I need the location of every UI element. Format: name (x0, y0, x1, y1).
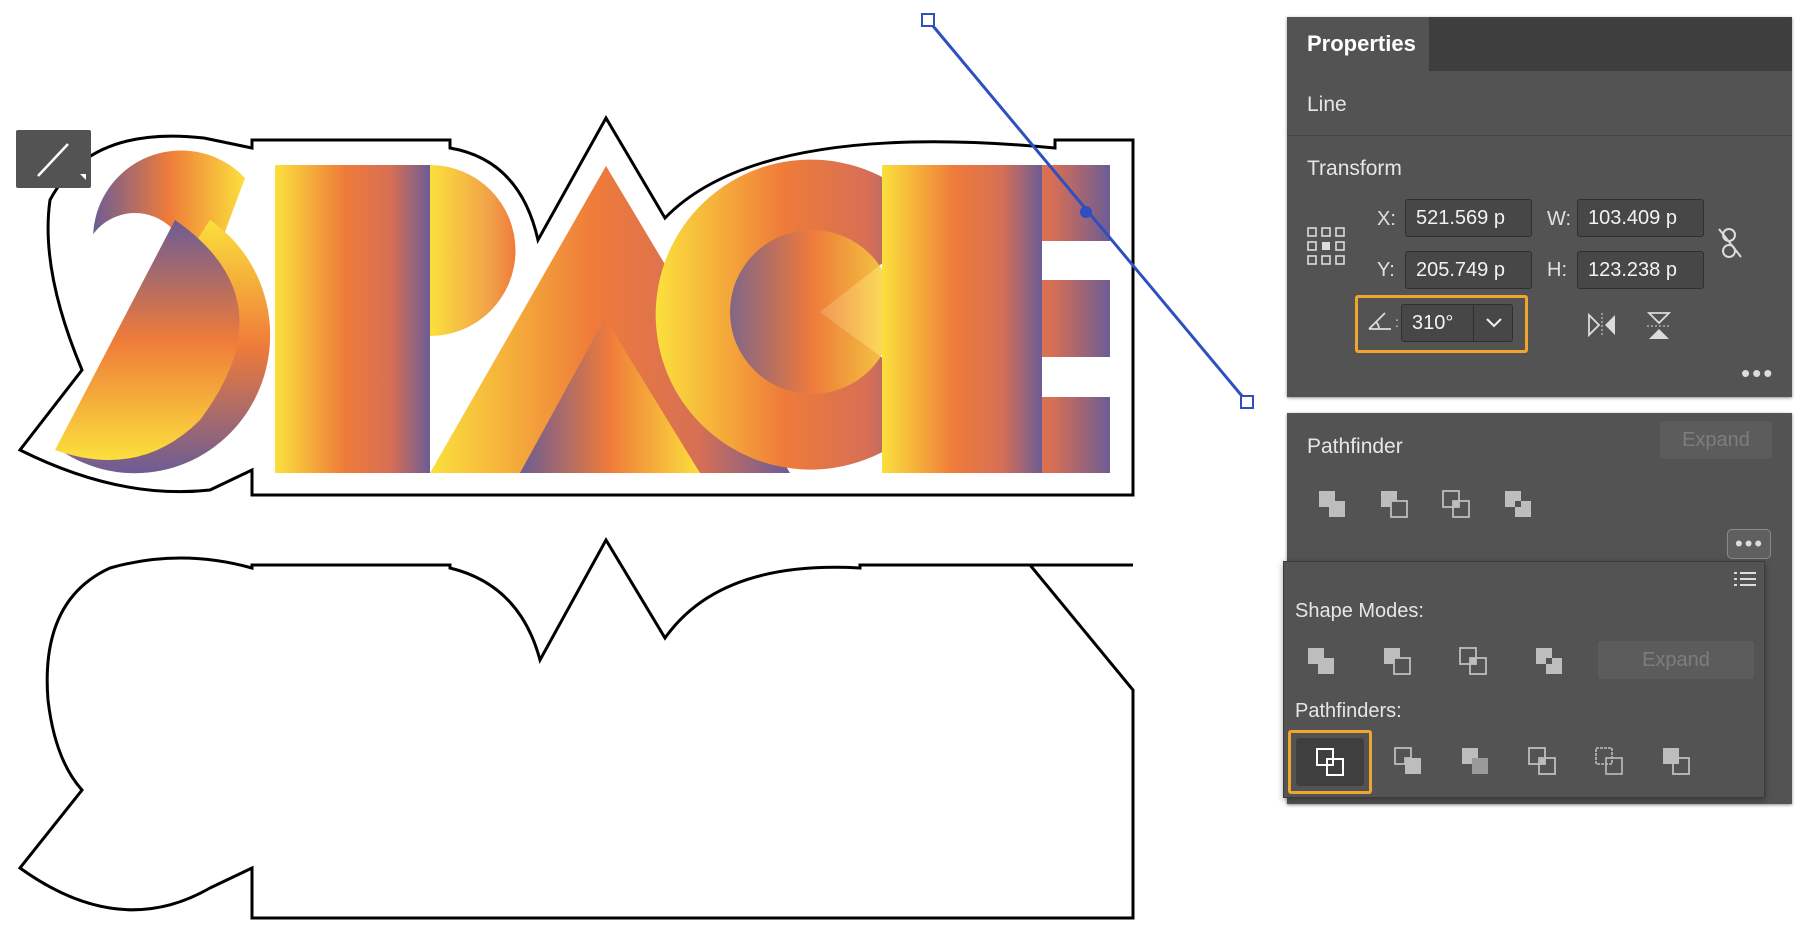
crop-icon[interactable] (1527, 746, 1557, 776)
x-field[interactable]: 521.569 p (1405, 199, 1532, 237)
tab-properties[interactable]: Properties (1287, 17, 1429, 71)
reference-point-icon[interactable] (1307, 227, 1345, 265)
svg-text::: : (1395, 314, 1399, 330)
panel-menu-icon[interactable] (1734, 570, 1756, 588)
letter-p-stem (275, 165, 430, 473)
pathfinder-more-button[interactable]: ••• (1727, 529, 1771, 559)
expand-button[interactable]: Expand (1660, 421, 1772, 459)
link-constrain-icon[interactable] (1715, 225, 1745, 261)
y-field[interactable]: 205.749 p (1405, 251, 1532, 289)
exclude-icon[interactable] (1503, 489, 1533, 519)
pathfinder-flyout: Shape Modes: Expand Pathfinders: (1283, 561, 1765, 798)
letter-c-hole (730, 230, 894, 394)
properties-panel: Properties Line Transform X: 521.569 p W… (1287, 17, 1792, 397)
center-point (1080, 206, 1092, 218)
divide-button[interactable] (1296, 738, 1364, 786)
more-options-icon: ••• (1735, 531, 1765, 556)
angle-dropdown[interactable] (1473, 305, 1513, 341)
exclude-icon[interactable] (1534, 646, 1564, 676)
intersect-icon[interactable] (1458, 646, 1488, 676)
object-type-label: Line (1307, 93, 1347, 116)
minus-back-icon[interactable] (1661, 746, 1691, 776)
w-label: W: (1547, 208, 1572, 230)
section-divider (1287, 135, 1792, 136)
flip-vertical-icon[interactable] (1647, 311, 1671, 341)
unite-icon[interactable] (1306, 646, 1336, 676)
line-tool-badge[interactable] (16, 130, 91, 188)
pathfinders-label: Pathfinders: (1295, 700, 1402, 722)
flyout-expand-button[interactable]: Expand (1598, 641, 1754, 679)
intersect-icon[interactable] (1441, 489, 1471, 519)
flip-horizontal-icon[interactable] (1587, 313, 1617, 337)
angle-icon: : (1368, 312, 1399, 330)
transform-section-title: Transform (1307, 157, 1402, 180)
x-label: X: (1377, 208, 1396, 230)
letter-e-stem (882, 165, 1042, 473)
line-segment-icon (37, 143, 86, 180)
anchor-handle-end (1240, 395, 1254, 409)
merge-icon[interactable] (1460, 746, 1490, 776)
trim-icon[interactable] (1393, 746, 1423, 776)
h-field[interactable]: 123.238 p (1577, 251, 1704, 289)
angle-value: 310° (1412, 312, 1454, 334)
pathfinder-section-title: Pathfinder (1307, 435, 1403, 458)
divide-icon (1316, 748, 1344, 776)
chevron-down-icon (1486, 318, 1502, 328)
panel-tab-strip: Properties (1287, 17, 1792, 71)
more-options-icon[interactable]: ••• (1741, 360, 1774, 386)
minus-front-icon[interactable] (1379, 489, 1409, 519)
y-label: Y: (1377, 259, 1395, 281)
shape-modes-label: Shape Modes: (1295, 600, 1424, 622)
unite-icon[interactable] (1317, 489, 1347, 519)
w-field[interactable]: 103.409 p (1577, 199, 1704, 237)
sticker-outline-lower (17, 536, 1135, 920)
outline-icon[interactable] (1594, 746, 1624, 776)
minus-front-icon[interactable] (1382, 646, 1412, 676)
h-label: H: (1547, 259, 1567, 281)
anchor-handle-start (921, 13, 935, 27)
